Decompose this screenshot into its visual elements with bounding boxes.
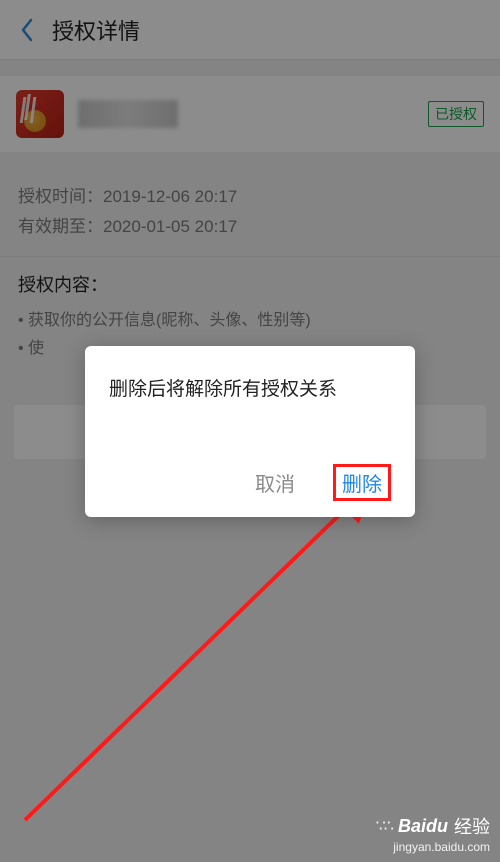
watermark: ∵∴ Baidu 经验 jingyan.baidu.com bbox=[376, 813, 490, 854]
paw-icon: ∵∴ bbox=[376, 816, 392, 836]
watermark-brand: Baidu bbox=[398, 816, 448, 837]
watermark-cn: 经验 bbox=[454, 813, 490, 839]
watermark-url: jingyan.baidu.com bbox=[376, 840, 490, 854]
cancel-button[interactable]: 取消 bbox=[247, 464, 303, 501]
modal-overlay[interactable]: 删除后将解除所有授权关系 取消 删除 bbox=[0, 0, 500, 862]
dialog-message: 删除后将解除所有授权关系 bbox=[109, 376, 391, 404]
delete-button[interactable]: 删除 bbox=[333, 464, 391, 501]
dialog-button-row: 取消 删除 bbox=[109, 464, 391, 501]
confirm-dialog: 删除后将解除所有授权关系 取消 删除 bbox=[85, 346, 415, 517]
